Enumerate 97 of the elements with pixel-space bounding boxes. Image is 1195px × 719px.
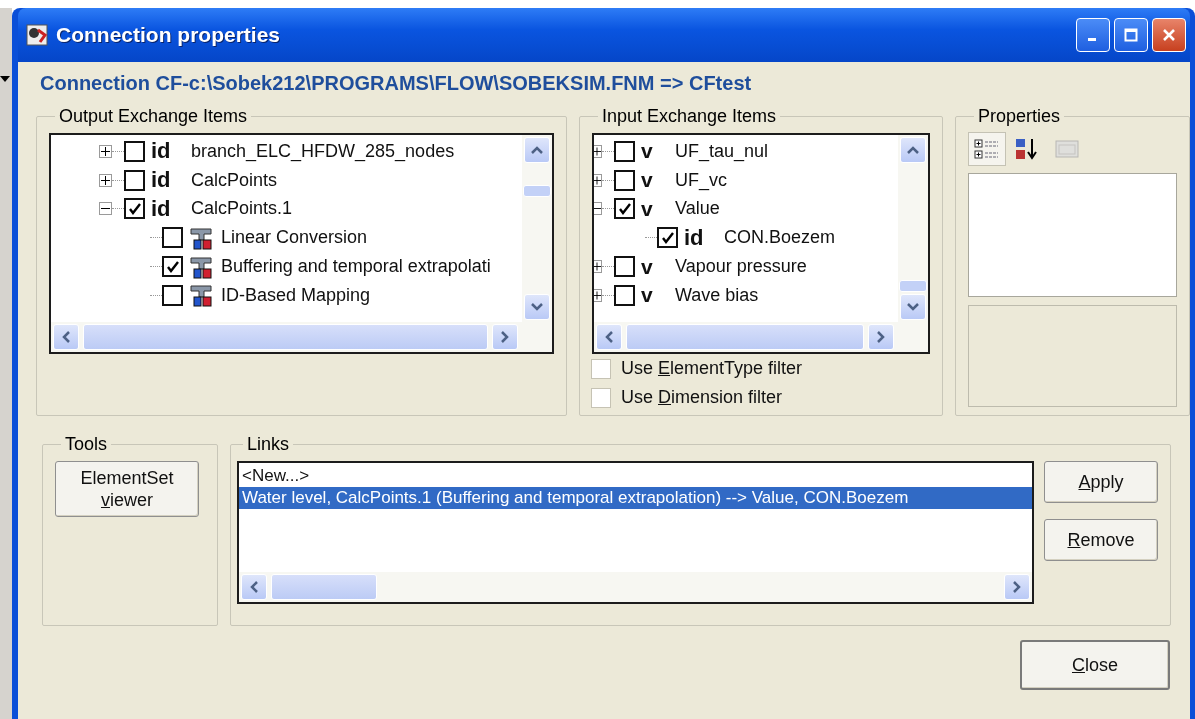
checkbox[interactable] bbox=[124, 198, 145, 220]
expander-toggle[interactable] bbox=[594, 288, 602, 302]
link-action-button[interactable]: Remove bbox=[1044, 519, 1158, 561]
scroll-right-icon[interactable] bbox=[868, 324, 894, 350]
group-label: Input Exchange Items bbox=[601, 106, 778, 127]
group-label: Tools bbox=[64, 434, 109, 455]
list-item[interactable]: Water level, CalcPoints.1 (Buffering and temporal extrapolation) --> Value, CON.Boezem bbox=[239, 487, 1032, 509]
scroll-left-icon[interactable] bbox=[596, 324, 622, 350]
check-icon bbox=[127, 202, 142, 216]
type-label: v bbox=[641, 254, 654, 279]
expander-toggle[interactable] bbox=[594, 144, 602, 158]
checkbox[interactable] bbox=[614, 284, 635, 306]
scroll-thumb[interactable] bbox=[271, 574, 377, 600]
plus-icon bbox=[594, 262, 601, 272]
type-label: id bbox=[151, 196, 172, 222]
close-button[interactable] bbox=[1152, 18, 1186, 52]
type-label: id bbox=[684, 224, 705, 251]
check-icon bbox=[660, 230, 675, 245]
tree-item[interactable]: CON.Boezem bbox=[724, 227, 836, 249]
expander-toggle[interactable] bbox=[594, 260, 602, 274]
scrollbar[interactable] bbox=[898, 135, 928, 322]
checkbox[interactable] bbox=[614, 256, 635, 278]
group-label: Links bbox=[246, 434, 291, 455]
checkbox[interactable] bbox=[657, 227, 678, 249]
checkbox[interactable] bbox=[162, 284, 183, 306]
scroll-thumb[interactable] bbox=[626, 324, 864, 350]
elementset-viewer-button[interactable]: ElementSet viewer bbox=[55, 461, 199, 517]
tree-item[interactable]: Value bbox=[675, 198, 720, 220]
group-label: Properties bbox=[977, 106, 1062, 127]
close-icon bbox=[1162, 28, 1176, 42]
tool-icon bbox=[189, 225, 215, 250]
type-label: id bbox=[151, 138, 172, 165]
tree-item[interactable]: Linear Conversion bbox=[221, 227, 368, 249]
scroll-down-icon[interactable] bbox=[900, 294, 926, 320]
scroll-left-icon[interactable] bbox=[53, 324, 79, 350]
type-label: v bbox=[641, 168, 654, 193]
link-action-button[interactable]: Apply bbox=[1044, 461, 1158, 503]
expander-toggle[interactable] bbox=[99, 173, 112, 187]
plus-icon bbox=[594, 175, 601, 185]
dropdown-arrow-icon bbox=[0, 76, 10, 82]
type-label: v bbox=[641, 139, 654, 164]
plus-icon bbox=[101, 146, 110, 156]
plus-icon bbox=[594, 290, 601, 300]
scroll-right-icon[interactable] bbox=[492, 324, 518, 350]
expander-toggle[interactable] bbox=[99, 144, 112, 158]
checkbox[interactable] bbox=[614, 169, 635, 191]
maximize-icon bbox=[1124, 28, 1138, 42]
plus-icon bbox=[594, 146, 601, 156]
scroll-down-icon[interactable] bbox=[524, 294, 550, 320]
maximize-button[interactable] bbox=[1114, 18, 1148, 52]
scrollbar[interactable] bbox=[51, 322, 552, 352]
tree-item[interactable]: branch_ELC_HFDW_285_nodes bbox=[191, 140, 455, 162]
scrollbar[interactable] bbox=[239, 572, 1032, 602]
checkbox-label[interactable]: Use ElementType filter bbox=[621, 358, 803, 379]
tree-item[interactable]: CalcPoints bbox=[191, 169, 278, 191]
expander-toggle[interactable] bbox=[594, 173, 602, 187]
scrollbar[interactable] bbox=[594, 322, 928, 352]
expander-toggle[interactable] bbox=[594, 202, 602, 216]
scroll-up-icon[interactable] bbox=[524, 137, 550, 163]
tree-item[interactable]: UF_vc bbox=[675, 169, 727, 191]
scroll-left-icon[interactable] bbox=[241, 574, 267, 600]
minimize-button[interactable] bbox=[1076, 18, 1110, 52]
minimize-icon bbox=[1088, 38, 1096, 41]
plus-icon bbox=[101, 175, 110, 185]
window-title: Connection properties bbox=[56, 23, 282, 47]
tree-item[interactable]: Wave bias bbox=[675, 284, 759, 306]
tool-icon bbox=[189, 254, 215, 279]
tree-item[interactable]: ID-Based Mapping bbox=[221, 284, 371, 306]
type-label: v bbox=[641, 283, 654, 308]
tree-item[interactable]: Buffering and temporal extrapolati bbox=[221, 256, 491, 278]
checkbox[interactable] bbox=[614, 198, 635, 220]
type-label: id bbox=[151, 167, 172, 194]
tool-icon bbox=[189, 283, 215, 308]
group-label: Output Exchange Items bbox=[58, 106, 249, 127]
checkbox[interactable] bbox=[124, 169, 145, 191]
tree-item[interactable]: CalcPoints.1 bbox=[191, 198, 293, 220]
scroll-thumb[interactable] bbox=[523, 185, 551, 197]
list-item[interactable]: <New...> bbox=[239, 465, 1032, 487]
checkbox-label[interactable]: Use Dimension filter bbox=[621, 387, 783, 408]
tree-item[interactable]: UF_tau_nul bbox=[675, 140, 769, 162]
expander-toggle[interactable] bbox=[99, 202, 112, 216]
check-icon bbox=[617, 202, 632, 216]
checkbox[interactable] bbox=[162, 227, 183, 249]
scroll-thumb[interactable] bbox=[83, 324, 488, 350]
scroll-thumb[interactable] bbox=[899, 280, 927, 292]
app-icon bbox=[26, 24, 48, 46]
checkbox[interactable] bbox=[614, 140, 635, 162]
type-label: v bbox=[641, 197, 654, 221]
checkbox[interactable] bbox=[124, 140, 145, 162]
close-dialog-button[interactable]: Close bbox=[1020, 640, 1170, 690]
check-icon bbox=[165, 259, 180, 274]
connection-heading: Connection CF-c:\Sobek212\PROGRAMS\FLOW\SOBEKSIM.FNM => CFtest bbox=[39, 72, 753, 96]
checkbox[interactable] bbox=[162, 256, 183, 278]
scroll-up-icon[interactable] bbox=[900, 137, 926, 163]
tree-item[interactable]: Vapour pressure bbox=[675, 256, 807, 278]
scroll-right-icon[interactable] bbox=[1004, 574, 1030, 600]
scrollbar[interactable] bbox=[522, 135, 552, 322]
